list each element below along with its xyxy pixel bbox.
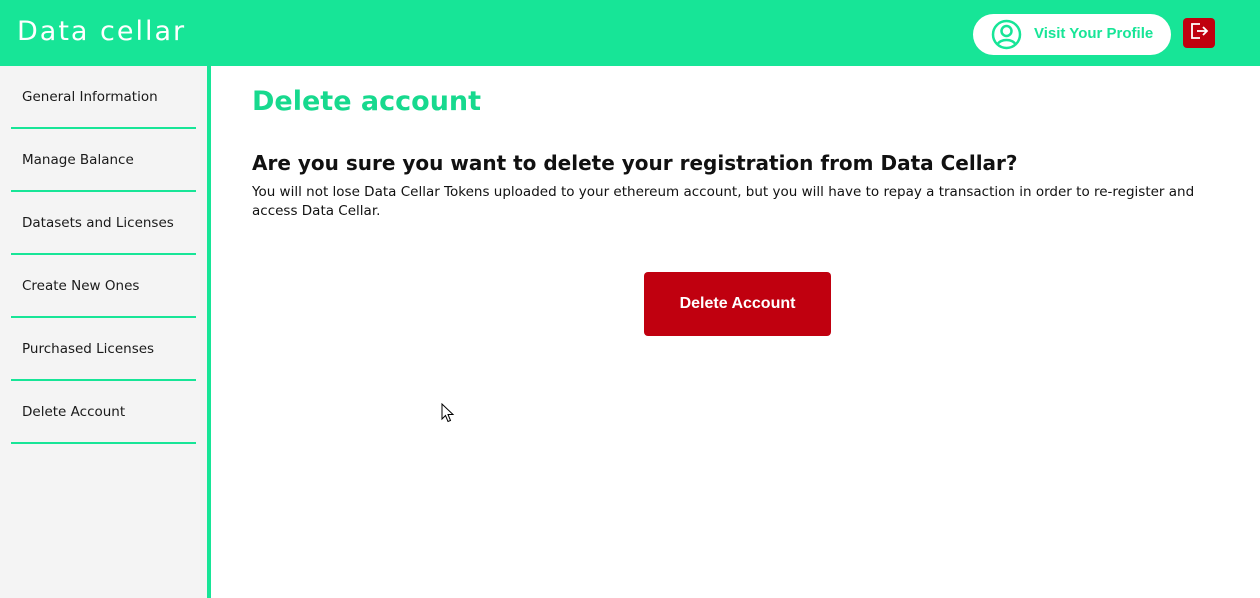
sidebar-item-label: Purchased Licenses [22, 341, 155, 357]
delete-account-button[interactable]: Delete Account [644, 272, 831, 336]
sidebar-item-manage-balance[interactable]: Manage Balance [11, 129, 196, 192]
sidebar-item-delete-account[interactable]: Delete Account [11, 381, 196, 444]
confirmation-question: Are you sure you want to delete your reg… [252, 151, 1018, 175]
sidebar-item-label: General Information [22, 89, 158, 105]
sidebar-item-create-new-ones[interactable]: Create New Ones [11, 255, 196, 318]
mouse-cursor-icon [441, 402, 455, 423]
sidebar-item-label: Delete Account [22, 404, 126, 420]
logout-icon [1188, 21, 1210, 45]
confirmation-description: You will not lose Data Cellar Tokens upl… [252, 184, 1195, 219]
sidebar-item-purchased-licenses[interactable]: Purchased Licenses [11, 318, 196, 381]
sidebar-item-general-information[interactable]: General Information [11, 66, 196, 129]
sidebar-item-label: Manage Balance [22, 152, 134, 168]
logout-button[interactable] [1183, 18, 1215, 48]
app-logo[interactable]: Data cellar [17, 16, 186, 48]
sidebar-item-label: Create New Ones [22, 278, 140, 294]
sidebar-divider [207, 66, 211, 598]
visit-profile-label: Visit Your Profile [1034, 25, 1154, 42]
visit-profile-button[interactable]: Visit Your Profile [973, 14, 1171, 55]
user-circle-icon [991, 19, 1022, 50]
sidebar: General Information Manage Balance Datas… [0, 66, 208, 598]
sidebar-item-label: Datasets and Licenses [22, 215, 174, 231]
sidebar-item-datasets-and-licenses[interactable]: Datasets and Licenses [11, 192, 196, 255]
page-title: Delete account [252, 86, 482, 117]
top-bar: Data cellar Visit Your Profile [0, 0, 1260, 66]
